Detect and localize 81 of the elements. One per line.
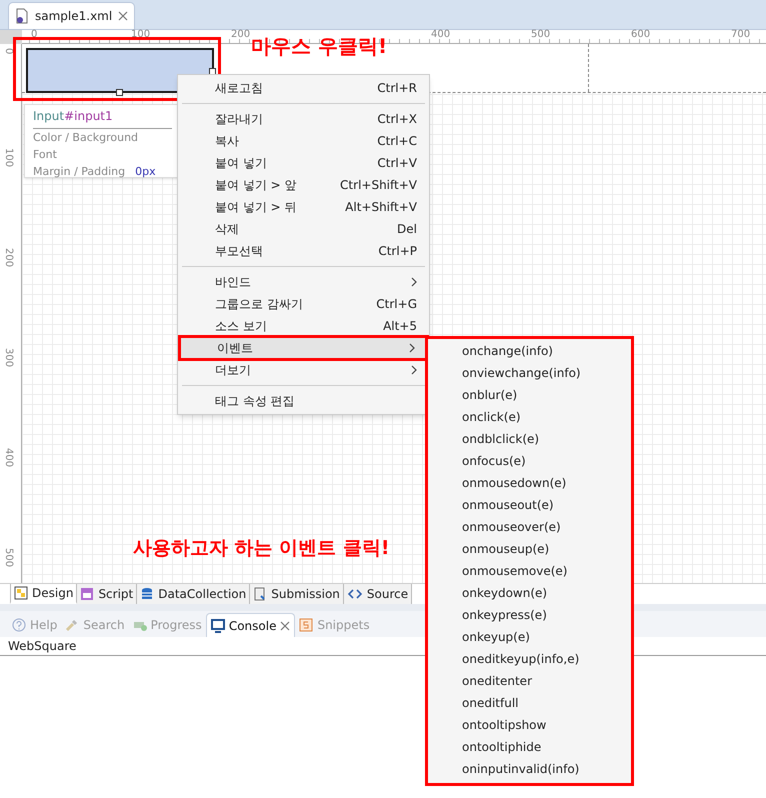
resize-handle[interactable] (116, 89, 123, 96)
chevron-right-icon (411, 277, 417, 287)
snippet-icon (299, 618, 314, 632)
menu-item[interactable]: ontooltipshow (428, 714, 631, 736)
menu-item[interactable]: onmouseout(e) (428, 494, 631, 516)
menu-item[interactable]: oneditkeyup(info,e) (428, 648, 631, 670)
js-file-icon (80, 587, 94, 601)
component-type: Input (33, 108, 64, 125)
menu-item[interactable]: ontooltiphide (428, 736, 631, 758)
ruler-label: 100 (131, 29, 150, 41)
monitor-icon (210, 618, 225, 632)
menu-item[interactable]: onmouseover(e) (428, 516, 631, 538)
database-icon (140, 587, 154, 601)
document-icon (253, 587, 268, 601)
menu-item[interactable]: oneditenter (428, 670, 631, 692)
layout-icon (14, 586, 28, 600)
menu-item[interactable]: 태그 속성 편집 (178, 390, 429, 412)
editor-mode-tab[interactable]: Script (77, 584, 138, 604)
ruler-label: 0 (2, 48, 14, 54)
menu-item[interactable]: 부모선택 Ctrl+P (178, 240, 429, 262)
menu-item[interactable]: onclick(e) (428, 406, 631, 428)
menu-item[interactable]: onmousedown(e) (428, 472, 631, 494)
menu-item[interactable]: onkeypress(e) (428, 604, 631, 626)
ruler-label: 400 (431, 29, 450, 41)
menu-item[interactable]: 복사 Ctrl+C (178, 130, 429, 152)
input-component[interactable] (26, 48, 214, 93)
menu-item[interactable]: onmousemove(e) (428, 560, 631, 582)
editor-tab[interactable]: sample1.xml (8, 2, 136, 29)
menu-item[interactable]: 더보기 (178, 359, 429, 381)
ruler-label: 500 (531, 29, 550, 41)
menu-item[interactable]: 잘라내기 Ctrl+X (178, 108, 429, 130)
property-label: Color / Background (33, 130, 138, 146)
editor-mode-tab[interactable]: DataCollection (137, 584, 250, 604)
close-icon[interactable] (280, 620, 290, 630)
menu-item[interactable]: 소스 보기 Alt+5 (178, 315, 429, 337)
menu-item[interactable]: onkeydown(e) (428, 582, 631, 604)
editor-mode-tab[interactable]: Design (10, 584, 78, 604)
property-label: Font (33, 147, 57, 163)
ruler-label: 200 (2, 248, 14, 268)
menu-item[interactable]: 붙여 넣기 > 뒤 Alt+Shift+V (178, 196, 429, 218)
xml-file-icon (15, 8, 29, 24)
console-title: WebSquare (8, 638, 76, 655)
view-tab[interactable]: Console (206, 613, 296, 637)
ruler-label: 300 (2, 348, 14, 368)
ruler-label: 200 (231, 29, 250, 41)
menu-item[interactable]: 삭제 Del (178, 218, 429, 240)
ruler-label: 100 (2, 148, 14, 168)
help-icon (12, 618, 26, 632)
menu-item[interactable]: oneditfull (428, 692, 631, 714)
flashlight-icon (65, 618, 80, 632)
ruler-label: 500 (2, 548, 14, 568)
menu-item[interactable]: onmouseup(e) (428, 538, 631, 560)
property-label: Margin / Padding (33, 164, 126, 180)
editor-mode-tab[interactable]: Submission (250, 584, 344, 604)
menu-item[interactable]: onkeyup(e) (428, 626, 631, 648)
menu-item[interactable]: 새로고침 Ctrl+R (178, 77, 429, 99)
ruler-label: 700 (731, 29, 750, 41)
menu-item[interactable]: 그룹으로 감싸기 Ctrl+G (178, 293, 429, 315)
annotation-text: 마우스 우클릭! (251, 33, 388, 60)
menu-item[interactable]: oninputinvalid(info) (428, 758, 631, 780)
menu-item[interactable]: onviewchange(info) (428, 362, 631, 384)
ruler-label: 600 (631, 29, 650, 41)
editor-mode-tab[interactable]: Source (344, 584, 412, 604)
component-id: #input1 (64, 108, 113, 125)
menu-item[interactable]: onfocus(e) (428, 450, 631, 472)
chevron-right-icon (411, 365, 417, 375)
property-value: 0px (135, 164, 156, 180)
menu-item[interactable]: onblur(e) (428, 384, 631, 406)
menu-item[interactable]: 붙여 넣기 > 앞 Ctrl+Shift+V (178, 174, 429, 196)
menu-item[interactable]: onchange(info) (428, 340, 631, 362)
ruler-label: 400 (2, 448, 14, 468)
ruler-label: 0 (31, 29, 38, 41)
menu-item[interactable]: 바인드 (178, 271, 429, 293)
menu-item[interactable]: 붙여 넣기 Ctrl+V (178, 152, 429, 174)
tab-title: sample1.xml (35, 8, 112, 25)
menu-item[interactable]: ondblclick(e) (428, 428, 631, 450)
chevron-right-icon (409, 343, 415, 353)
menu-item[interactable]: 이벤트 (180, 337, 427, 359)
annotation-text: 사용하고자 하는 이벤트 클릭! (133, 536, 390, 561)
close-icon[interactable] (118, 11, 128, 21)
code-icon (346, 588, 363, 600)
